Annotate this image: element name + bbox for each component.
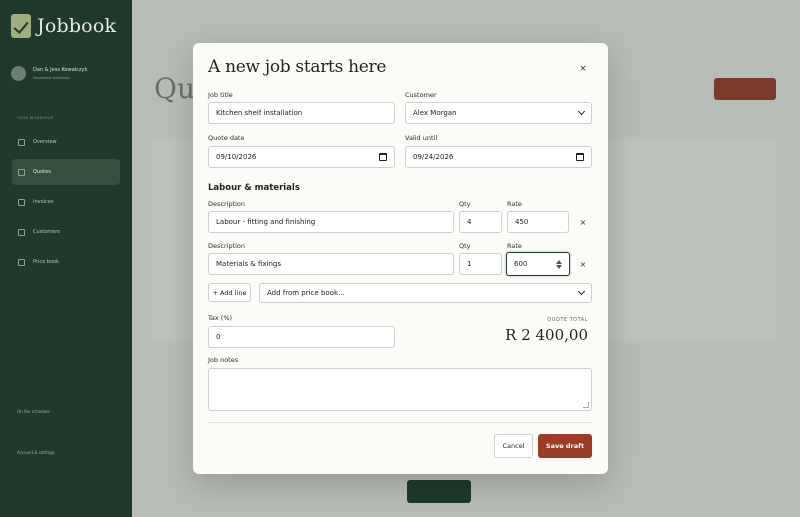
logo: Jobbook (11, 14, 116, 38)
sidebar-item-customers: Customers (12, 219, 120, 245)
line-2-description-input[interactable]: Materials & fixings (208, 253, 454, 275)
line-2-qty-label: Qty (459, 242, 471, 250)
sidebar-footer-schedule: On the schedule (17, 409, 50, 414)
valid-until-value: 09/24/2026 (413, 153, 454, 161)
sidebar-item-invoices: Invoices (12, 189, 120, 215)
line-1-qty-value: 4 (467, 218, 472, 226)
save-draft-button[interactable]: Save draft (538, 434, 592, 458)
line-1-qty-input[interactable]: 4 (459, 211, 502, 233)
cancel-button[interactable]: Cancel (494, 434, 533, 458)
sidebar-section-label: YOUR WORKSHOP (17, 116, 54, 120)
job-notes-textarea[interactable] (208, 368, 592, 411)
valid-until-label: Valid until (405, 134, 438, 142)
line-1-description-label: Description (208, 200, 246, 208)
job-title-label: Job title (208, 91, 233, 99)
customers-icon (18, 228, 25, 236)
new-job-modal: A new job starts here × Job title Kitche… (193, 43, 608, 474)
user-name: Dan & Jess Kowalczyk (33, 67, 88, 73)
number-stepper[interactable] (556, 259, 562, 269)
sidebar-item-label: Customers (33, 229, 60, 235)
line-1-description-value: Labour - fitting and finishing (216, 218, 316, 226)
price-book-select[interactable]: Add from price book... (259, 283, 592, 303)
line-2-description-label: Description (208, 242, 246, 250)
quote-date-label: Quote date (208, 134, 245, 142)
tax-input[interactable]: 0 (208, 326, 395, 348)
stepper-up-icon[interactable] (556, 259, 562, 264)
overview-icon (18, 138, 25, 146)
job-title-value: Kitchen shelf installation (216, 109, 303, 117)
avatar (11, 66, 26, 81)
user-sub: Household workshop (33, 76, 70, 80)
calendar-icon[interactable] (379, 153, 387, 161)
line-1-description-input[interactable]: Labour - fitting and finishing (208, 211, 454, 233)
customer-value: Alex Morgan (413, 109, 457, 117)
user-card: Dan & Jess Kowalczyk Household workshop (11, 66, 87, 81)
sidebar-item-quotes: Quotes (12, 159, 120, 185)
sidebar: Jobbook Dan & Jess Kowalczyk Household w… (0, 0, 132, 517)
close-icon[interactable]: × (578, 63, 588, 75)
price-book-placeholder: Add from price book... (267, 289, 345, 297)
customer-label: Customer (405, 91, 437, 99)
line-1-qty-label: Qty (459, 200, 471, 208)
line-2-qty-input[interactable]: 1 (459, 253, 502, 275)
line-2-description-value: Materials & fixings (216, 260, 282, 268)
modal-title: A new job starts here (208, 57, 387, 77)
sidebar-item-label: Quotes (33, 169, 51, 175)
new-quote-button (714, 78, 776, 100)
remove-line-1-icon[interactable]: × (578, 218, 588, 227)
line-2-qty-value: 1 (467, 260, 472, 268)
quote-total-value: R 2 400,00 (505, 326, 588, 344)
tax-value: 0 (216, 333, 221, 341)
quote-total-label: QUOTE TOTAL (547, 317, 588, 323)
logo-check-icon (11, 14, 31, 38)
sidebar-item-overview: Overview (12, 129, 120, 155)
line-1-rate-input[interactable]: 450 (507, 211, 569, 233)
remove-line-2-icon[interactable]: × (578, 260, 588, 269)
customer-select[interactable]: Alex Morgan (405, 102, 592, 124)
job-title-input[interactable]: Kitchen shelf installation (208, 102, 395, 124)
quote-date-value: 09/10/2026 (216, 153, 257, 161)
sidebar-item-label: Invoices (33, 199, 54, 205)
labour-materials-heading: Labour & materials (208, 183, 300, 193)
stepper-down-icon[interactable] (556, 264, 562, 269)
valid-until-input[interactable]: 09/24/2026 (405, 146, 592, 168)
tax-label: Tax (%) (208, 314, 233, 322)
job-notes-label: Job notes (208, 356, 239, 364)
brand-name: Jobbook (37, 15, 117, 37)
line-2-rate-input[interactable]: 600 (506, 252, 570, 276)
quotes-icon (18, 168, 25, 176)
price-book-icon (18, 258, 25, 266)
sidebar-item-label: Overview (33, 139, 57, 145)
calendar-icon[interactable] (576, 153, 584, 161)
send-button (407, 480, 471, 503)
sidebar-item-label: Price book (33, 259, 59, 265)
sidebar-item-price-book: Price book (12, 249, 120, 275)
invoices-icon (18, 198, 25, 206)
line-2-rate-value: 600 (514, 260, 528, 268)
footer-divider (208, 422, 592, 423)
line-2-rate-label: Rate (507, 242, 522, 250)
quote-date-input[interactable]: 09/10/2026 (208, 146, 395, 168)
add-line-button[interactable]: + Add line (208, 283, 251, 302)
chevron-down-icon (577, 287, 586, 296)
line-1-rate-value: 450 (515, 218, 529, 226)
sidebar-footer-settings: Account & settings (17, 450, 55, 455)
chevron-down-icon (577, 107, 586, 116)
line-1-rate-label: Rate (507, 200, 522, 208)
